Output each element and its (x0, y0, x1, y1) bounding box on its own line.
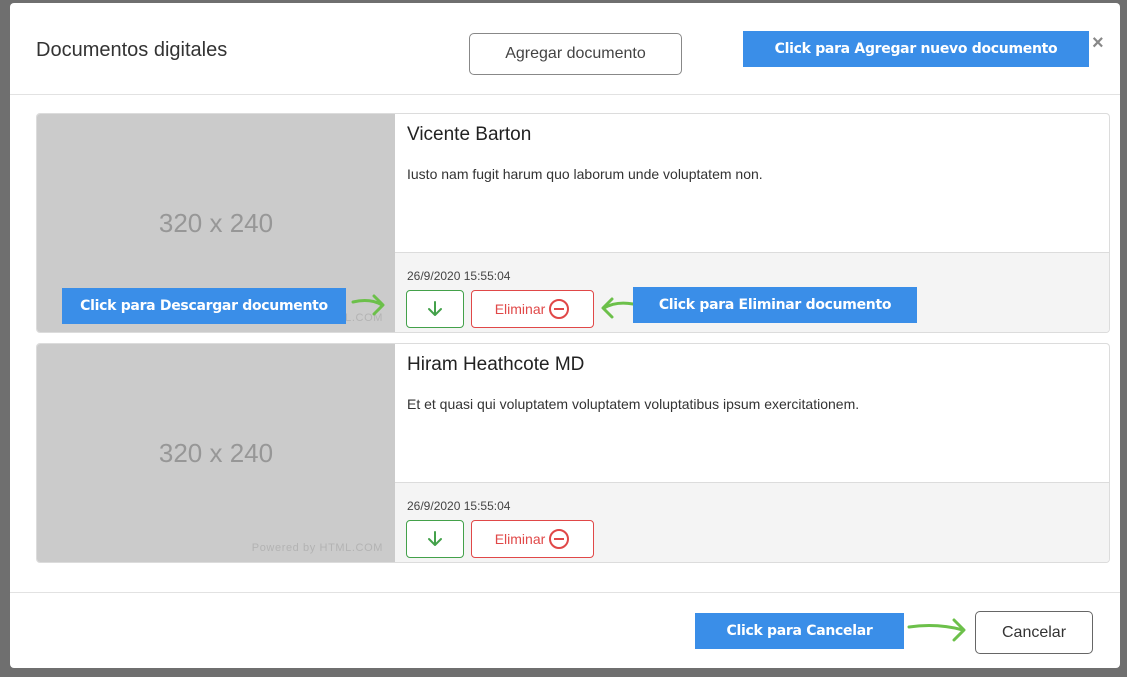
document-name: Hiram Heathcote MD (407, 354, 585, 375)
modal-title: Documentos digitales (36, 39, 228, 61)
delete-callout: Click para Eliminar documento (633, 287, 917, 323)
arrow-down-icon (428, 531, 442, 546)
thumbnail-size-label: 320 x 240 (158, 208, 274, 238)
document-name: Vicente Barton (407, 124, 532, 145)
document-date: 26/9/2020 15:55:04 (407, 269, 511, 283)
curved-arrow-icon (907, 618, 966, 642)
document-description: Et et quasi qui voluptatem voluptatem vo… (407, 396, 860, 412)
thumbnail-powered-label: Powered by HTML.COM (251, 542, 383, 554)
cancel-button[interactable]: Cancelar (975, 611, 1093, 654)
close-icon[interactable]: × (1092, 33, 1104, 53)
minus-circle-icon (549, 529, 570, 549)
add-document-callout: Click para Agregar nuevo documento (743, 31, 1089, 67)
modal-header: Documentos digitales Agregar documento C… (10, 3, 1120, 95)
document-date: 26/9/2020 15:55:04 (407, 499, 511, 513)
delete-button[interactable]: Eliminar (471, 290, 594, 328)
modal-footer: Click para Cancelar Cancelar (10, 592, 1120, 668)
arrow-down-icon (428, 301, 442, 316)
delete-button-label: Eliminar (494, 301, 546, 317)
download-button[interactable] (406, 290, 464, 328)
download-button[interactable] (406, 520, 464, 558)
curved-arrow-icon (351, 294, 385, 316)
documents-modal: Documentos digitales Agregar documento C… (10, 3, 1120, 668)
document-thumbnail: 320 x 240 Powered by HTML.COM (37, 344, 395, 562)
minus-circle-icon (549, 299, 570, 319)
download-callout: Click para Descargar documento (62, 288, 346, 324)
document-card-footer: 26/9/2020 15:55:04 Eliminar (395, 482, 1109, 562)
delete-button-label: Eliminar (494, 531, 546, 547)
document-card: 320 x 240 Powered by HTML.COM Hiram Heat… (36, 343, 1110, 563)
delete-button[interactable]: Eliminar (471, 520, 594, 558)
curved-arrow-icon (601, 297, 635, 319)
add-document-button[interactable]: Agregar documento (469, 33, 682, 75)
document-description: Iusto nam fugit harum quo laborum unde v… (407, 166, 763, 182)
thumbnail-size-label: 320 x 240 (158, 438, 274, 468)
modal-body: 320 x 240 Powered by HTML.COM Vicente Ba… (10, 95, 1120, 592)
cancel-callout: Click para Cancelar (695, 613, 904, 649)
